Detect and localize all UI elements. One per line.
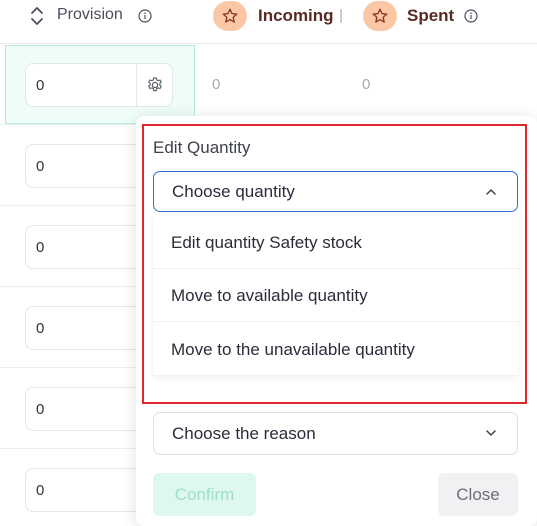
info-icon[interactable] [138,9,152,23]
input-divider [136,64,137,106]
provision-quantity-input[interactable]: 0 [25,63,173,107]
column-header-spent[interactable]: Spent [407,6,454,26]
star-icon [372,8,388,23]
edit-quantity-popover: Edit Quantity Choose quantity Edit quant… [136,116,537,526]
provision-value: 0 [36,482,45,499]
info-icon[interactable] [464,9,478,23]
close-button[interactable]: Close [438,473,518,516]
option-edit-safety-stock[interactable]: Edit quantity Safety stock [153,216,518,269]
option-label: Edit quantity Safety stock [171,233,362,252]
confirm-button[interactable]: Confirm [153,473,256,516]
gear-icon[interactable] [146,76,164,94]
reason-select[interactable]: Choose the reason [153,412,518,455]
chevron-up-icon [486,189,496,195]
spent-value: 0 [362,76,371,93]
column-header-provision[interactable]: Provision [57,6,123,24]
provision-value: 0 [36,158,45,175]
star-badge-icon [363,1,397,31]
quantity-select[interactable]: Choose quantity [153,171,518,212]
quantity-options-list: Edit quantity Safety stock Move to avail… [153,216,518,376]
provision-value: 0 [36,77,45,94]
reason-select-value: Choose the reason [172,424,316,443]
provision-value: 0 [36,239,45,256]
star-badge-icon [213,1,247,31]
provision-value: 0 [36,401,45,418]
popover-title: Edit Quantity [153,138,251,157]
table-header: Provision Incoming Spent [0,0,537,44]
option-label: Move to available quantity [171,286,368,305]
column-header-incoming[interactable]: Incoming [258,6,334,26]
chevron-down-icon [486,430,496,436]
column-divider [340,9,342,23]
quantity-select-value: Choose quantity [172,182,295,201]
provision-value: 0 [36,320,45,337]
option-move-to-unavailable[interactable]: Move to the unavailable quantity [153,323,518,376]
star-icon [222,8,238,23]
incoming-value: 0 [212,76,221,93]
option-label: Move to the unavailable quantity [171,340,415,359]
sort-icon[interactable] [29,5,45,27]
option-move-to-available[interactable]: Move to available quantity [153,269,518,322]
